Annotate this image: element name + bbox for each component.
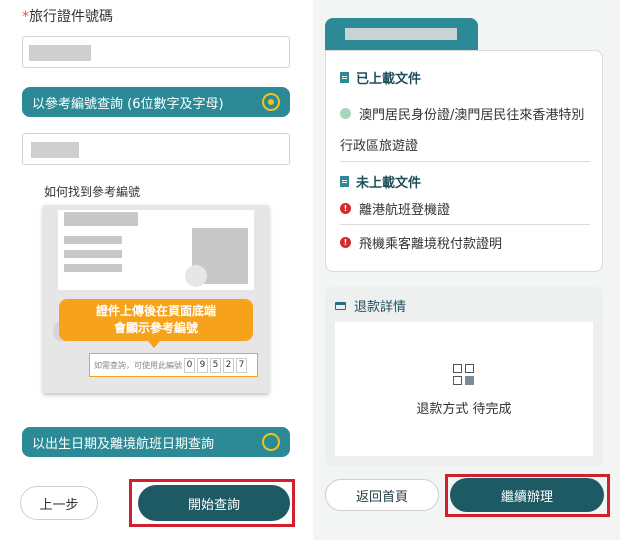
refund-details-card: 退款詳情 退款方式 待完成 [325,287,603,467]
missing-item: ! 離港航班登機證 [340,199,450,218]
uploaded-item: 澳門居民身份證/澳門居民往來香港特別 [340,104,584,123]
radio-selected-icon[interactable] [262,93,280,111]
grid-check-icon [453,364,475,386]
refund-method-box: 退款方式 待完成 [335,322,593,456]
radio-unselected-icon[interactable] [262,433,280,451]
start-query-button[interactable]: 開始查詢 [138,485,290,521]
not-uploaded-documents-heading: 未上載文件 [340,172,421,191]
application-status-panel: 已上載文件 澳門居民身份證/澳門居民往來香港特別 行政區旅遊證 未上載文件 ! … [313,0,620,540]
travel-document-label: *旅行證件號碼 [22,9,113,25]
uploaded-item-continued: 行政區旅遊證 [340,139,419,154]
missing-item: ! 飛機乘客離境稅付款證明 [340,233,502,252]
exclamation-circle-icon: ! [340,203,351,214]
help-find-reference-link[interactable]: 如何找到參考編號 [44,183,140,200]
return-home-button[interactable]: 返回首頁 [325,479,439,511]
ref-digit: 0 [184,357,195,373]
lookup-panel: *旅行證件號碼 以參考編號查詢 (6位數字及字母) 如何找到參考編號 證件上傳後… [0,0,310,540]
reference-tab[interactable] [325,18,478,50]
redacted-value [29,45,91,61]
reference-number-illustration: 證件上傳後在頁面底端 會顯示參考編號 如需查詢，可使用此編號 0 9 5 2 7 [43,205,269,393]
redacted-value [345,28,457,40]
redacted-value [31,142,79,158]
travel-document-input[interactable] [22,36,290,68]
back-button[interactable]: 上一步 [20,486,98,520]
refund-details-heading: 退款詳情 [335,296,406,315]
documents-card: 已上載文件 澳門居民身份證/澳門居民往來香港特別 行政區旅遊證 未上載文件 ! … [325,50,603,272]
card-icon [335,301,346,310]
ref-digit: 7 [236,357,247,373]
document-icon [340,72,349,83]
option-reference-number[interactable]: 以參考編號查詢 (6位數字及字母) [22,87,290,117]
reference-number-input[interactable] [22,133,290,165]
tooltip: 證件上傳後在頁面底端 會顯示參考編號 [59,299,253,348]
exclamation-circle-icon: ! [340,237,351,248]
ref-digit: 5 [210,357,221,373]
check-circle-icon [340,108,351,119]
uploaded-documents-heading: 已上載文件 [340,68,421,87]
ref-digit: 9 [197,357,208,373]
continue-button[interactable]: 繼續辦理 [450,478,604,512]
reference-number-example: 如需查詢，可使用此編號 0 9 5 2 7 [89,353,258,377]
refund-method-status: 退款方式 待完成 [416,402,512,417]
document-icon [340,176,349,187]
ref-digit: 2 [223,357,234,373]
option-dob-flight-date[interactable]: 以出生日期及離境航班日期查詢 [22,427,290,457]
document-mockup [58,210,254,290]
